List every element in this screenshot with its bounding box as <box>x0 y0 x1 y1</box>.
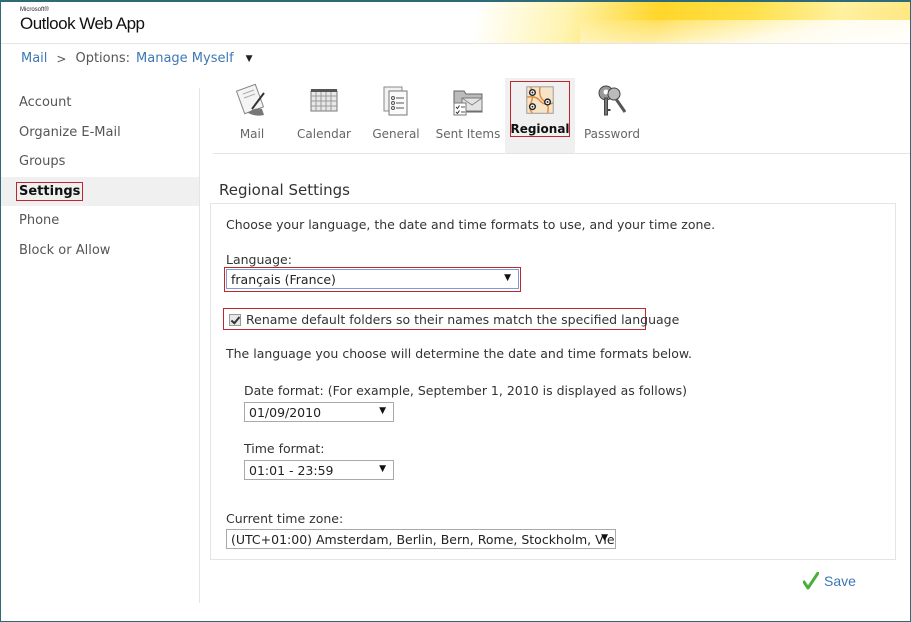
breadcrumb-separator: > <box>56 51 67 66</box>
sidebar-item-account[interactable]: Account <box>1 88 199 118</box>
breadcrumb-options-label: Options: <box>75 51 131 66</box>
checkmark-icon <box>803 572 819 590</box>
tab-calendar[interactable]: Calendar <box>288 78 360 154</box>
settings-tabs: Mail Calendar General Sent Items Regiona… <box>216 78 648 154</box>
tab-label: Mail <box>239 127 265 141</box>
sidebar-item-label: Settings <box>16 181 84 201</box>
breadcrumb: Mail > Options: Manage Myself ▼ <box>21 51 253 66</box>
tab-label: General <box>372 127 420 141</box>
sidebar-item-label: Block or Allow <box>19 242 111 258</box>
sent-items-icon <box>453 90 483 116</box>
save-button[interactable]: Save <box>803 572 856 590</box>
calendar-icon <box>310 89 338 112</box>
language-select-value: français (France) <box>231 271 336 287</box>
sidebar-item-block-or-allow[interactable]: Block or Allow <box>1 236 199 266</box>
breadcrumb-scope-dropdown[interactable]: Manage Myself <box>136 51 234 66</box>
chevron-down-icon: ▼ <box>601 533 608 543</box>
sidebar-item-settings[interactable]: Settings <box>1 176 199 206</box>
chevron-down-icon[interactable]: ▼ <box>246 54 253 64</box>
general-document-icon <box>383 86 408 116</box>
tab-sent-items[interactable]: Sent Items <box>432 78 504 154</box>
save-label: Save <box>824 573 856 589</box>
section-title: Regional Settings <box>219 181 351 199</box>
time-format-select[interactable]: 01:01 - 23:59 ▼ <box>244 460 394 480</box>
sidebar-item-organize-email[interactable]: Organize E-Mail <box>1 118 199 148</box>
tab-mail[interactable]: Mail <box>216 78 288 154</box>
time-format-value: 01:01 - 23:59 <box>249 462 334 478</box>
sidebar-item-label: Account <box>19 95 72 111</box>
regional-settings-panel: Choose your language, the date and time … <box>210 203 896 560</box>
timezone-value: (UTC+01:00) Amsterdam, Berlin, Bern, Rom… <box>231 531 616 547</box>
sidebar-item-groups[interactable]: Groups <box>1 147 199 177</box>
timezone-label: Current time zone: <box>226 511 344 526</box>
keys-icon <box>598 85 627 116</box>
chevron-down-icon: ▼ <box>504 273 511 283</box>
regional-map-icon <box>526 86 554 114</box>
tab-label: Sent Items <box>435 127 501 141</box>
tab-password[interactable]: Password <box>576 78 648 154</box>
sidebar-item-label: Groups <box>19 154 66 170</box>
tab-general[interactable]: General <box>360 78 432 154</box>
tab-label: Calendar <box>297 127 351 141</box>
app-title: Outlook Web App <box>20 14 145 33</box>
language-label: Language: <box>226 252 292 267</box>
microsoft-wordmark: Microsoft® <box>20 7 49 13</box>
mail-settings-icon <box>235 83 265 116</box>
rename-folders-label[interactable]: Rename default folders so their names ma… <box>246 312 679 327</box>
app-header: Microsoft® Outlook Web App <box>1 2 910 44</box>
sidebar-item-label: Organize E-Mail <box>19 124 121 140</box>
options-sidebar: Account Organize E-Mail Groups Settings … <box>1 88 200 603</box>
header-sheen <box>580 20 910 43</box>
language-select[interactable]: français (France) ▼ <box>226 269 519 289</box>
date-format-select[interactable]: 01/09/2010 ▼ <box>244 402 394 422</box>
app-logo: Microsoft® Outlook Web App <box>20 7 145 34</box>
intro-text: Choose your language, the date and time … <box>226 217 716 232</box>
chevron-down-icon: ▼ <box>379 406 386 416</box>
rename-folders-checkbox[interactable] <box>229 313 241 326</box>
tabs-divider <box>213 153 910 154</box>
timezone-select[interactable]: (UTC+01:00) Amsterdam, Berlin, Bern, Rom… <box>226 529 616 549</box>
sidebar-item-label: Phone <box>19 213 60 229</box>
time-format-label: Time format: <box>244 441 325 456</box>
date-format-label: Date format: (For example, September 1, … <box>244 383 687 398</box>
tab-highlight-box: Regional <box>510 81 570 137</box>
sidebar-item-phone[interactable]: Phone <box>1 206 199 236</box>
tab-label: Password <box>583 127 641 141</box>
date-format-value: 01/09/2010 <box>249 404 322 420</box>
breadcrumb-mail-link[interactable]: Mail <box>21 51 47 66</box>
rename-folders-row: Rename default folders so their names ma… <box>229 312 679 327</box>
tab-regional[interactable]: Regional <box>505 78 575 154</box>
tab-label: Regional <box>510 122 570 136</box>
chevron-down-icon: ▼ <box>379 464 386 474</box>
formats-note: The language you choose will determine t… <box>226 346 692 361</box>
